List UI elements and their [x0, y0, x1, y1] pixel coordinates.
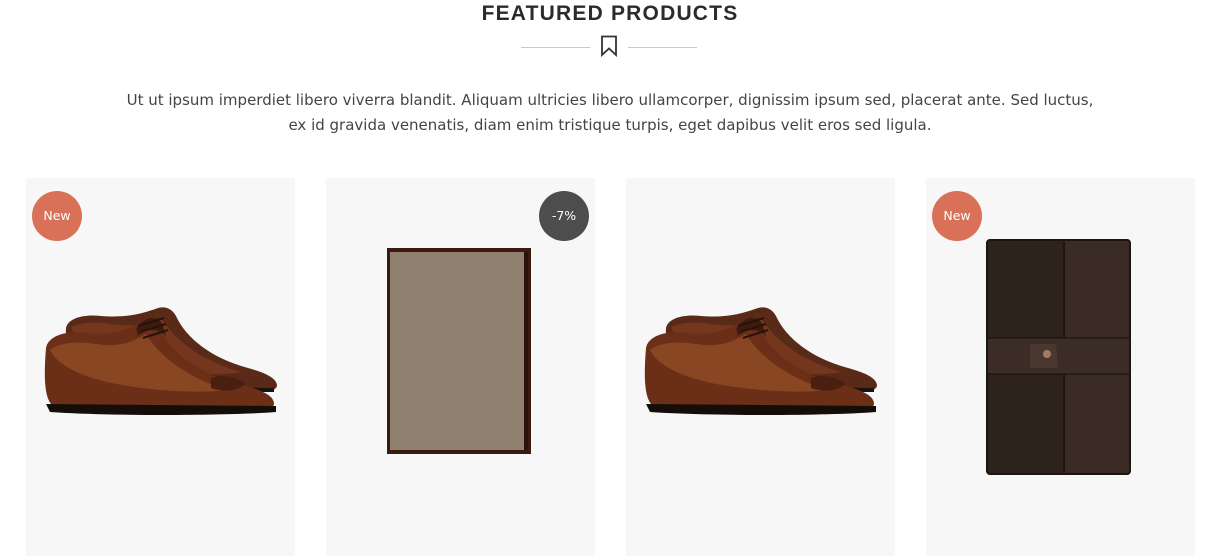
new-badge: New — [932, 191, 982, 241]
section-description: Ut ut ipsum imperdiet libero viverra bla… — [120, 88, 1100, 138]
divider-line-left — [521, 47, 590, 48]
bookmark-icon — [601, 35, 617, 57]
new-badge: New — [32, 191, 82, 241]
product-card-4[interactable]: New — [926, 178, 1195, 556]
section-description-line-2: ex id gravida venenatis, diam enim trist… — [288, 116, 932, 134]
section-description-line-1: Ut ut ipsum imperdiet libero viverra bla… — [126, 91, 1094, 109]
title-divider — [0, 34, 1220, 60]
section-title: FEATURED PRODUCTS — [481, 2, 739, 25]
product-card-2[interactable]: -7% — [326, 178, 595, 556]
discount-badge: -7% — [539, 191, 589, 241]
product-card-3[interactable] — [626, 178, 895, 556]
product-card-1[interactable]: New — [26, 178, 295, 556]
product-grid: New -7% New — [26, 178, 1196, 556]
product-image-shoes[interactable] — [626, 178, 895, 556]
divider-line-right — [628, 47, 697, 48]
